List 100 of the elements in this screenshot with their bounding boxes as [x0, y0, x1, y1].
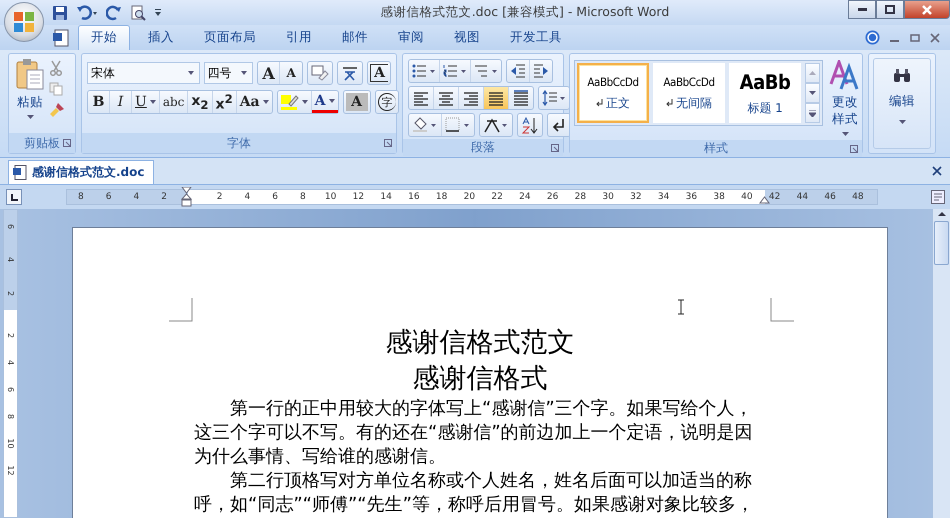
- alignment-icon: [462, 90, 480, 106]
- return-arrow-icon: [552, 117, 566, 133]
- print-preview-icon[interactable]: [130, 4, 146, 20]
- dialog-launcher-icon[interactable]: [384, 139, 392, 147]
- vertical-scrollbar[interactable]: [932, 209, 950, 518]
- ribbon-tab[interactable]: 引用: [274, 26, 324, 50]
- format-button[interactable]: x$^{2}$: [212, 91, 237, 113]
- dropdown-arrow-icon: [26, 115, 34, 119]
- outdent-icon: [510, 64, 526, 78]
- format-button[interactable]: I: [110, 91, 132, 113]
- minimize-button[interactable]: [848, 0, 876, 19]
- style-gallery-item[interactable]: AaBb 标题 1: [729, 63, 801, 123]
- alignment-icon: [412, 90, 430, 106]
- close-button[interactable]: [904, 0, 950, 19]
- ruler-number: 8: [300, 192, 306, 202]
- dropdown-arrow-icon: [241, 71, 248, 75]
- document-icon: [13, 165, 27, 180]
- right-indent-marker-icon[interactable]: [759, 196, 770, 204]
- more-arrow-icon: [809, 110, 816, 116]
- ruler-number: 48: [852, 192, 864, 202]
- ruler-number: 38: [713, 192, 725, 202]
- change-styles-button[interactable]: 更改样式: [827, 60, 863, 136]
- dropdown-arrow-icon: [188, 71, 194, 75]
- multilevel-list-icon: [474, 64, 498, 78]
- dialog-launcher-icon[interactable]: [850, 144, 858, 152]
- letters-icon: [829, 60, 861, 90]
- restore-icon[interactable]: [910, 32, 920, 42]
- format-button[interactable]: abc: [160, 91, 188, 113]
- ribbon-tab[interactable]: 页面布局: [192, 26, 268, 50]
- ruler-number: 10: [324, 192, 336, 202]
- ruler-number: 46: [824, 192, 836, 202]
- close-icon[interactable]: [930, 32, 940, 42]
- document-icon[interactable]: [52, 28, 70, 46]
- ribbon-tab[interactable]: 开发工具: [498, 26, 574, 50]
- close-icon[interactable]: [932, 166, 942, 176]
- dialog-launcher-icon[interactable]: [551, 144, 559, 152]
- group-label: 剪贴板: [24, 134, 60, 152]
- ruler-number: 28: [574, 192, 586, 202]
- ribbon-tab[interactable]: 插入: [136, 26, 186, 50]
- tab-selector-button[interactable]: [6, 189, 22, 205]
- help-icon[interactable]: [865, 30, 880, 45]
- ruler-number: 26: [546, 192, 558, 202]
- dropdown-arrow-icon: [302, 100, 308, 104]
- ruler-number: 44: [796, 192, 808, 202]
- binoculars-icon: [893, 69, 911, 83]
- ribbon-tab[interactable]: 视图: [442, 26, 492, 50]
- style-gallery-item[interactable]: AaBbCcDd 正文: [577, 63, 649, 123]
- ruler-number: 42: [768, 192, 780, 202]
- font-name-field[interactable]: 宋体: [87, 62, 200, 84]
- format-button[interactable]: B: [88, 91, 110, 113]
- font-size-button[interactable]: A: [258, 62, 280, 84]
- ruler-number: 8: [77, 191, 85, 204]
- sort-icon: [521, 116, 539, 134]
- scroll-down-button[interactable]: [805, 83, 820, 103]
- format-button[interactable]: U: [132, 91, 160, 113]
- office-button[interactable]: [4, 2, 44, 42]
- align-button[interactable]: [484, 87, 509, 109]
- brush-icon[interactable]: [49, 102, 65, 118]
- ruler-number: 12: [352, 192, 364, 202]
- body-paragraph: 第二行顶格写对方单位名称或个人姓名，姓名后面可以加适当的称呼，如“同志”“师傅”“先生”等，称呼后用冒号。如果感谢对象比较多，: [194, 469, 755, 517]
- character-shading-button[interactable]: A: [346, 93, 368, 111]
- ruler-number: 32: [630, 192, 642, 202]
- border-icon: [445, 117, 471, 133]
- style-gallery-item[interactable]: AaBbCcDd 无间隔: [653, 63, 725, 123]
- left-tab-icon: [10, 194, 18, 200]
- undo-icon[interactable]: [76, 4, 98, 20]
- paste-button[interactable]: 粘贴: [13, 58, 47, 129]
- document-title: 感谢信格式范文: [384, 326, 576, 360]
- bullet-list-icon: [412, 64, 436, 78]
- font-size-field[interactable]: 四号: [204, 62, 254, 84]
- ruler-number: 6: [5, 223, 16, 232]
- ruler-number: 4: [5, 358, 16, 368]
- ruler-number: 4: [132, 191, 140, 204]
- dialog-launcher-icon[interactable]: [63, 139, 71, 147]
- redo-icon[interactable]: [106, 4, 122, 20]
- ruler-number: 4: [244, 192, 250, 202]
- numbered-list-icon: [443, 64, 467, 78]
- margin-corner-mark: [169, 298, 193, 322]
- ribbon-tab[interactable]: 审阅: [386, 26, 436, 50]
- font-size-button[interactable]: A: [280, 62, 302, 84]
- format-button[interactable]: Aa: [236, 91, 272, 113]
- ribbon-tab[interactable]: 邮件: [330, 26, 380, 50]
- indent-marker-icon[interactable]: [181, 187, 192, 207]
- ruler-number: 20: [464, 192, 476, 202]
- maximize-button[interactable]: [876, 0, 904, 19]
- customize-toolbar-icon[interactable]: [154, 8, 162, 18]
- ribbon-tab[interactable]: 开始: [78, 25, 130, 50]
- document-tab[interactable]: 感谢信格式范文.doc: [8, 160, 154, 184]
- line-spacing-icon: [542, 90, 566, 106]
- scrollbar-thumb[interactable]: [934, 221, 949, 265]
- view-ruler-icon[interactable]: [931, 190, 945, 204]
- save-icon[interactable]: [52, 4, 68, 20]
- more-button[interactable]: [805, 103, 820, 123]
- format-button[interactable]: x$_{2}$: [188, 91, 213, 113]
- alignment-icon: [487, 90, 505, 106]
- editing-button[interactable]: 编辑: [873, 58, 931, 149]
- character-border-button[interactable]: A: [370, 64, 388, 82]
- ruler-number: 2: [160, 191, 168, 204]
- style-name: 正文: [606, 94, 630, 112]
- paint-bucket-icon: [412, 117, 438, 133]
